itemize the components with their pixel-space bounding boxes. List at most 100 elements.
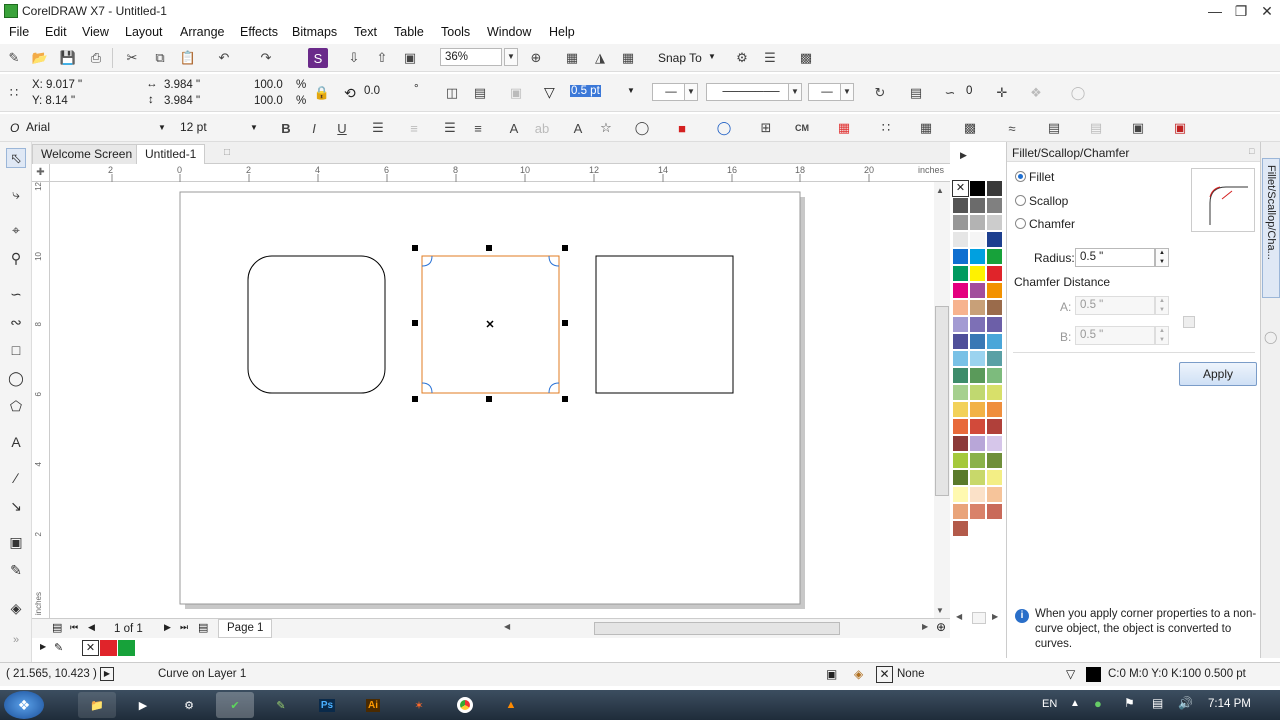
doc-palette-eyedropper-icon[interactable]: ✎ <box>54 641 63 654</box>
palette-swatch[interactable] <box>952 350 969 367</box>
palette-swatch[interactable] <box>969 214 986 231</box>
scroll-left-icon[interactable]: ◀ <box>504 622 510 631</box>
taskbar-vlc-icon[interactable]: ▲ <box>492 692 530 718</box>
parallel-dimension-icon[interactable]: ∕ <box>6 468 26 488</box>
palette-swatch[interactable] <box>952 231 969 248</box>
palette-swatch[interactable] <box>952 435 969 452</box>
palette-swatch[interactable] <box>986 401 1003 418</box>
palette-swatch[interactable] <box>986 435 1003 452</box>
radius-field[interactable]: 0.5 " <box>1075 248 1155 267</box>
vertical-scrollbar[interactable]: ▲ ▼ <box>934 182 950 618</box>
navigator-zoom-icon[interactable]: ⊕ <box>936 620 946 634</box>
undo-icon[interactable]: ↶ <box>214 48 234 68</box>
height-field[interactable]: 3.984 " <box>160 93 246 111</box>
mirror-vertical-icon[interactable]: ▤ <box>470 83 490 103</box>
taskbar-settings-icon[interactable]: ⚙ <box>170 692 208 718</box>
drawing-area[interactable] <box>50 182 934 618</box>
doc-swatch-green[interactable] <box>118 640 135 656</box>
save-icon[interactable]: 💾 <box>58 48 78 68</box>
ellipse-tool-icon[interactable]: ◯ <box>6 368 26 388</box>
palette-options-icon[interactable] <box>972 612 986 624</box>
tray-flag-icon[interactable]: ⚑ <box>1124 696 1135 710</box>
rectangle-tool-icon[interactable]: □ <box>6 340 26 360</box>
palette-swatch[interactable] <box>986 299 1003 316</box>
chamfer-a-field[interactable]: 0.5 " <box>1075 296 1155 315</box>
add-nodes-icon[interactable]: ✛ <box>992 83 1012 103</box>
palette-swatch[interactable] <box>969 248 986 265</box>
palette-swatch[interactable] <box>986 452 1003 469</box>
outline-width-dropdown[interactable]: ▼ <box>627 86 635 95</box>
palette-swatch[interactable] <box>952 367 969 384</box>
palette-swatch[interactable] <box>969 503 986 520</box>
freehand-tool-icon[interactable]: ∽ <box>6 284 26 304</box>
page-tab-1[interactable]: Page 1 <box>218 619 273 638</box>
palette-swatch[interactable] <box>952 214 969 231</box>
fillet-radio[interactable] <box>1015 171 1026 182</box>
first-page-icon[interactable]: ⏮ <box>70 622 78 633</box>
full-screen-icon[interactable]: ▦ <box>562 48 582 68</box>
show-grid-icon[interactable]: ▦ <box>618 48 638 68</box>
script-icon[interactable]: ▣ <box>1170 118 1190 138</box>
font-size-dropdown[interactable]: ▼ <box>250 123 258 132</box>
next-page-icon[interactable]: ▶ <box>164 622 171 633</box>
palette-swatch[interactable] <box>969 418 986 435</box>
palette-swatch[interactable] <box>986 316 1003 333</box>
palette-swatch[interactable] <box>952 197 969 214</box>
menu-view[interactable]: View <box>82 25 109 39</box>
launch-icon[interactable]: ▩ <box>796 48 816 68</box>
crop-marks-icon[interactable]: ⊞ <box>756 118 776 138</box>
add-tab-icon[interactable]: □ <box>224 147 230 158</box>
vertical-scroll-thumb[interactable] <box>935 306 949 496</box>
snap-to-arrow-icon[interactable]: ▼ <box>708 52 716 61</box>
palette-swatch[interactable] <box>969 197 986 214</box>
close-button[interactable]: ✕ <box>1256 2 1278 20</box>
text-align-icon[interactable]: ☰ <box>368 118 388 138</box>
connector-tool-icon[interactable]: ↘ <box>6 496 26 516</box>
palette-swatch[interactable] <box>952 401 969 418</box>
palette-swatch[interactable] <box>969 282 986 299</box>
zoom-level-field[interactable]: 36% <box>440 48 502 66</box>
add-page-icon[interactable]: ▤ <box>198 621 208 634</box>
expand-toolbox-icon[interactable]: » <box>6 630 26 650</box>
scroll-down-icon[interactable]: ▼ <box>936 606 944 615</box>
italic-icon[interactable]: I <box>304 118 324 138</box>
cmyk-icon[interactable]: CM <box>792 118 812 138</box>
palette-swatch[interactable] <box>986 282 1003 299</box>
text-properties-icon[interactable]: A <box>504 118 524 138</box>
bullet-list-icon[interactable]: ≡ <box>404 118 424 138</box>
snap-to-dropdown[interactable]: Snap To <box>658 51 702 65</box>
palette-swatch[interactable] <box>986 469 1003 486</box>
bold-icon[interactable]: B <box>276 118 296 138</box>
palette-swatch[interactable] <box>969 486 986 503</box>
scale-y-field[interactable]: 100.0 <box>250 93 294 111</box>
menu-bitmaps[interactable]: Bitmaps <box>292 25 337 39</box>
clock[interactable]: 7:14 PM <box>1208 698 1251 710</box>
taskbar-flash-icon[interactable]: ✶ <box>400 692 438 718</box>
palette-swatch[interactable] <box>986 180 1003 197</box>
palette-swatch[interactable] <box>952 486 969 503</box>
taskbar-coreldraw-icon[interactable]: ✔ <box>216 692 254 718</box>
scroll-right-icon[interactable]: ▶ <box>922 622 928 631</box>
horizontal-scroll-thumb[interactable] <box>594 622 840 635</box>
scroll-up-icon[interactable]: ▲ <box>936 186 944 195</box>
star-icon[interactable]: ☆ <box>596 118 616 138</box>
copy-icon[interactable]: ⧉ <box>150 48 170 68</box>
palette-swatch[interactable] <box>986 503 1003 520</box>
doc-palette-arrow-icon[interactable]: ▶ <box>40 642 46 651</box>
corner-smoothing-icon[interactable]: ∽ <box>940 83 960 103</box>
ruler-origin-icon[interactable]: ✚ <box>32 164 50 182</box>
palette-swatch[interactable] <box>986 214 1003 231</box>
color-manager-icon[interactable]: ▩ <box>960 118 980 138</box>
doc-swatch-red[interactable] <box>100 640 117 656</box>
palette-swatch[interactable] <box>952 333 969 350</box>
curve-icon[interactable]: ◯ <box>714 118 734 138</box>
y-position-field[interactable]: Y: 8.14 " <box>28 93 130 111</box>
new-icon[interactable]: ✎ <box>4 48 24 68</box>
zoom-tool-icon[interactable]: ⚲ <box>6 248 26 268</box>
taskbar-media-icon[interactable]: ▶ <box>124 692 162 718</box>
palette-swatch[interactable] <box>969 231 986 248</box>
numbered-list-icon[interactable]: ☰ <box>440 118 460 138</box>
tray-expand-icon[interactable]: ▲ <box>1070 698 1080 709</box>
palette-swatch[interactable] <box>969 265 986 282</box>
macro-icon[interactable]: ≈ <box>1002 118 1022 138</box>
